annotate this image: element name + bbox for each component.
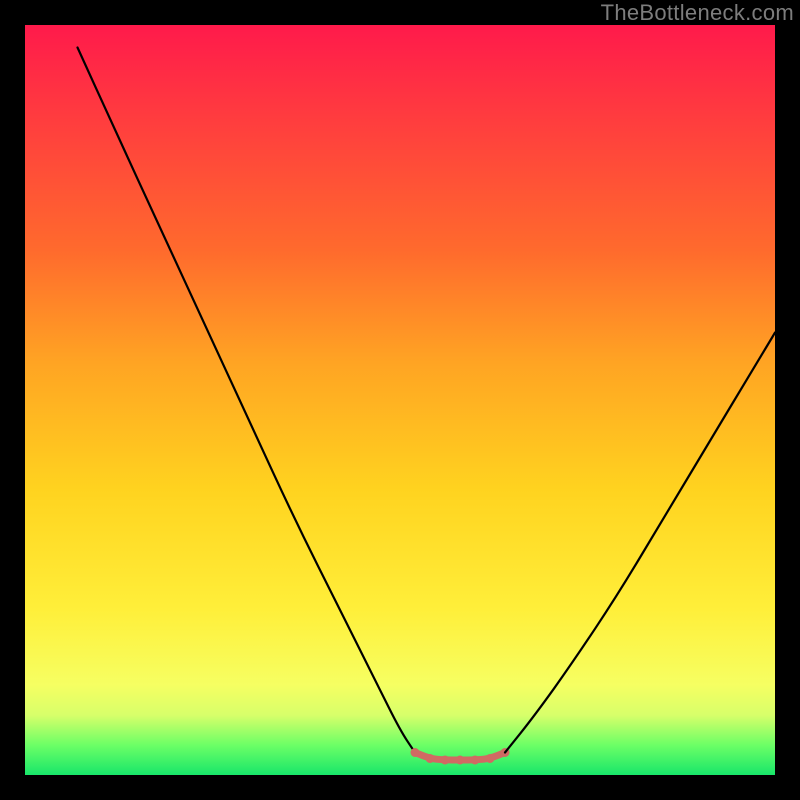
valley-node — [411, 748, 420, 757]
plot-area — [25, 25, 775, 775]
valley-node — [441, 756, 450, 765]
chart-svg — [25, 25, 775, 775]
series-left-falling-curve — [78, 48, 416, 753]
valley-node — [471, 756, 480, 765]
series-right-rising-curve — [505, 333, 775, 753]
valley-node — [426, 754, 435, 763]
chart-frame: TheBottleneck.com — [0, 0, 800, 800]
valley-node — [456, 756, 465, 765]
series-group — [78, 48, 776, 765]
valley-node — [486, 754, 495, 763]
watermark-label: TheBottleneck.com — [601, 0, 794, 26]
